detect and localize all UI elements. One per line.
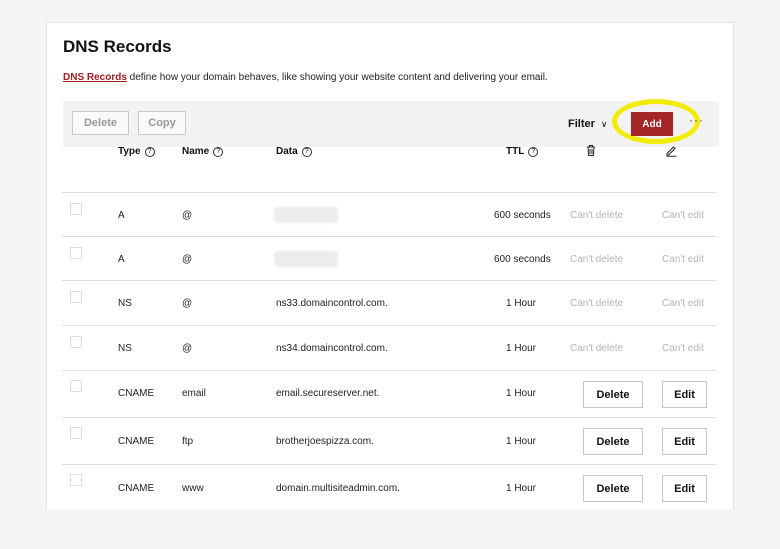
cant-edit-text: Can't edit	[662, 298, 704, 309]
more-options-icon[interactable]: ···	[689, 113, 704, 127]
delete-record-button[interactable]: Delete	[583, 381, 643, 408]
table-row: CNAME www domain.multisiteadmin.com. 1 H…	[62, 464, 716, 509]
record-name: ftp	[182, 436, 194, 447]
edit-record-button[interactable]: Edit	[662, 475, 707, 502]
column-header-data[interactable]: Data ?	[276, 146, 312, 157]
record-name: @	[182, 210, 193, 221]
toolbar: Delete Copy Filter ∨ Add ···	[63, 99, 719, 147]
record-ttl: 1 Hour	[506, 483, 537, 494]
help-icon[interactable]: ?	[144, 146, 155, 157]
cant-delete-text: Can't delete	[570, 298, 624, 309]
record-type: CNAME	[118, 388, 155, 399]
record-name: email	[182, 388, 206, 399]
record-type: A	[118, 210, 125, 221]
chevron-down-icon: ∨	[600, 118, 608, 129]
table-row: A @ 600 seconds Can't delete Can't edit	[62, 192, 716, 237]
record-data: domain.multisiteadmin.com.	[276, 483, 400, 494]
description-text: define how your domain behaves, like sho…	[126, 72, 548, 83]
row-checkbox[interactable]	[70, 247, 82, 259]
row-checkbox[interactable]	[70, 427, 82, 439]
edit-record-button[interactable]: Edit	[662, 428, 707, 455]
column-header-name[interactable]: Name ?	[182, 146, 224, 157]
record-type: NS	[118, 298, 132, 309]
cant-delete-text: Can't delete	[570, 343, 624, 354]
record-ttl: 1 Hour	[506, 388, 537, 399]
record-data: email.secureserver.net.	[276, 388, 380, 399]
table-row: A @ 600 seconds Can't delete Can't edit	[62, 236, 716, 281]
table-row: CNAME ftp brotherjoespizza.com. 1 Hour D…	[62, 417, 716, 465]
record-name: @	[182, 343, 193, 354]
cant-delete-text: Can't delete	[570, 254, 624, 265]
record-name: @	[182, 298, 193, 309]
record-ttl: 600 seconds	[494, 254, 551, 265]
redacted-data	[274, 207, 338, 223]
help-icon[interactable]: ?	[528, 146, 539, 157]
table-row: NS @ ns33.domaincontrol.com. 1 Hour Can'…	[62, 280, 716, 326]
column-header-ttl[interactable]: TTL ?	[506, 146, 539, 157]
row-checkbox[interactable]	[70, 203, 82, 215]
cant-edit-text: Can't edit	[662, 210, 704, 221]
row-checkbox[interactable]	[70, 380, 82, 392]
table-row: CNAME email email.secureserver.net. 1 Ho…	[62, 370, 716, 418]
record-ttl: 1 Hour	[506, 436, 537, 447]
delete-record-button[interactable]: Delete	[583, 428, 643, 455]
record-name: @	[182, 254, 193, 265]
table-row: NS @ ns34.domaincontrol.com. 1 Hour Can'…	[62, 325, 716, 371]
record-data: ns33.domaincontrol.com.	[276, 298, 388, 309]
dns-records-link[interactable]: DNS Records	[63, 72, 127, 83]
record-data: ns34.domaincontrol.com.	[276, 343, 388, 354]
help-icon[interactable]: ?	[301, 146, 312, 157]
record-ttl: 1 Hour	[506, 343, 537, 354]
record-name: www	[182, 483, 204, 494]
cant-delete-text: Can't delete	[570, 210, 624, 221]
filter-label: Filter	[568, 118, 595, 130]
copy-selected-button[interactable]: Copy	[138, 111, 186, 135]
delete-selected-button[interactable]: Delete	[72, 111, 129, 135]
column-header-type[interactable]: Type ?	[118, 146, 155, 157]
page-description: DNS Records define how your domain behav…	[63, 72, 548, 83]
redacted-data	[274, 251, 338, 267]
record-ttl: 600 seconds	[494, 210, 551, 221]
help-icon[interactable]: ?	[213, 146, 224, 157]
record-type: CNAME	[118, 436, 155, 447]
record-type: CNAME	[118, 483, 155, 494]
page-title: DNS Records	[63, 37, 172, 56]
cant-edit-text: Can't edit	[662, 254, 704, 265]
delete-record-button[interactable]: Delete	[583, 475, 643, 502]
add-record-button[interactable]: Add	[631, 112, 673, 136]
pencil-icon	[665, 144, 678, 162]
cant-edit-text: Can't edit	[662, 343, 704, 354]
filter-dropdown[interactable]: Filter ∨	[568, 118, 608, 130]
record-type: NS	[118, 343, 132, 354]
record-ttl: 1 Hour	[506, 298, 537, 309]
row-checkbox[interactable]	[70, 336, 82, 348]
trash-icon	[585, 144, 597, 162]
row-checkbox[interactable]	[70, 474, 82, 486]
edit-record-button[interactable]: Edit	[662, 381, 707, 408]
record-type: A	[118, 254, 125, 265]
record-data: brotherjoespizza.com.	[276, 436, 374, 447]
row-checkbox[interactable]	[70, 291, 82, 303]
